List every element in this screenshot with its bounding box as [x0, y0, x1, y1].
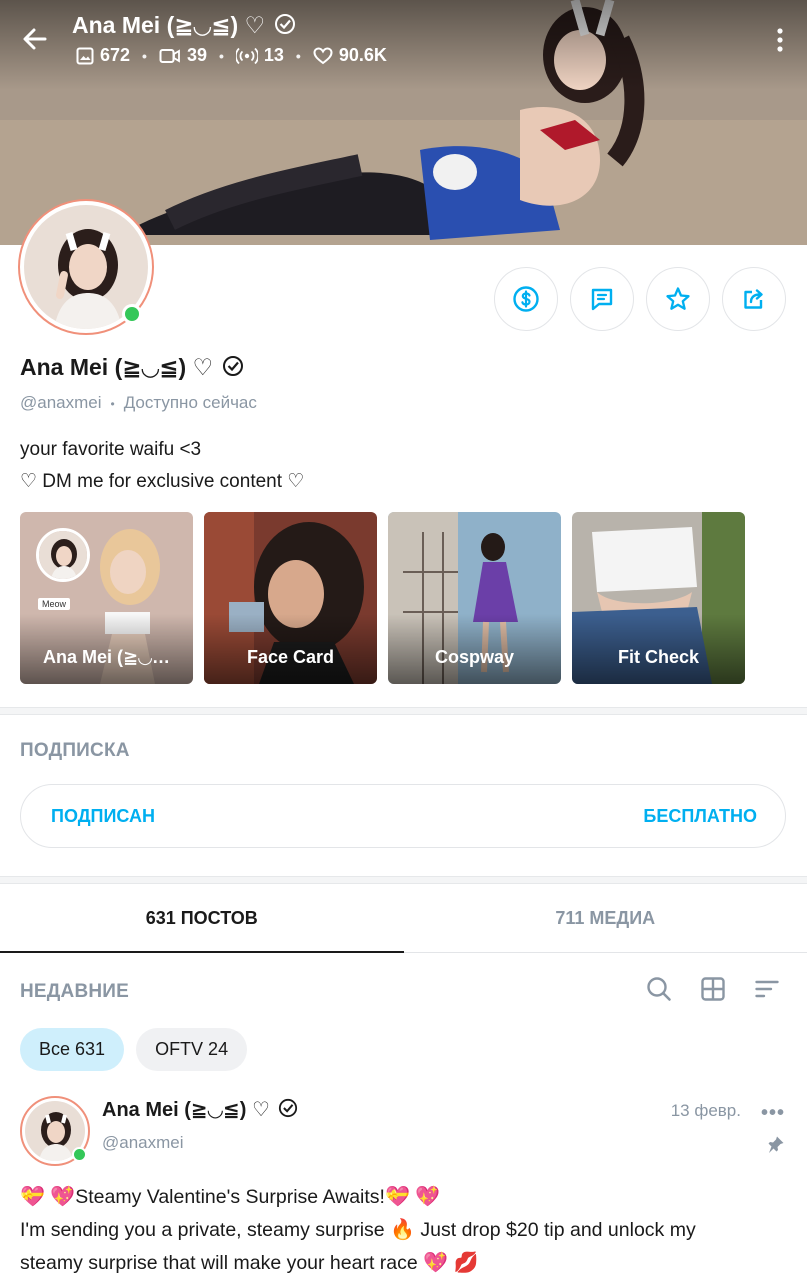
post-line-text: Steamy Valentine's Surprise Awaits!	[75, 1186, 385, 1208]
stat-videos: 39	[159, 45, 207, 66]
separator: •	[218, 47, 224, 64]
favorite-button[interactable]	[646, 267, 710, 331]
sparkling-heart-emoji-icon: 💖	[50, 1184, 76, 1208]
subscription-button[interactable]: ПОДПИСАН БЕСПЛАТНО	[20, 784, 786, 848]
tab-media[interactable]: 711 МЕДИА	[404, 885, 807, 952]
section-divider	[0, 876, 807, 884]
bio-line: your favorite waifu <3	[20, 439, 202, 460]
post-line: 💝 💖Steamy Valentine's Surprise Awaits!💝 …	[20, 1180, 790, 1213]
stat-streams: 13	[235, 45, 284, 66]
search-icon[interactable]	[645, 975, 673, 1003]
live-icon	[235, 47, 258, 64]
section-divider	[0, 707, 807, 715]
subscription-status: ПОДПИСАН	[51, 806, 155, 826]
highlight-item[interactable]: Meow Ana Mei (≧◡…	[20, 512, 193, 684]
post-line: I'm sending you a private, steamy surpri…	[20, 1213, 790, 1246]
highlight-badge: Meow	[38, 598, 71, 610]
profile-actions	[494, 267, 786, 331]
grid-view-icon[interactable]	[699, 975, 727, 1003]
share-icon	[744, 289, 763, 309]
post-line-text: Just drop $20 tip and unlock my	[420, 1219, 696, 1241]
highlight-item[interactable]: Fit Check	[572, 512, 745, 684]
back-arrow-icon[interactable]	[18, 22, 52, 56]
post-line-text: I'm sending you a private, steamy surpri…	[20, 1219, 385, 1241]
post-author-name-text: Ana Mei (≧◡≦) ♡	[102, 1099, 270, 1121]
feed-title: НЕДАВНИЕ	[20, 981, 130, 1002]
sparkling-heart-emoji-icon: 💖	[415, 1184, 441, 1208]
highlight-label: Fit Check	[617, 647, 700, 667]
separator: •	[110, 397, 115, 411]
post-author-handle[interactable]: @anaxmei	[102, 1133, 184, 1153]
image-icon	[76, 47, 94, 64]
separator: •	[295, 47, 301, 64]
chip-all[interactable]: Все 631	[20, 1028, 125, 1071]
heart-emoji-icon: 💖	[423, 1250, 449, 1274]
stat-value: 39	[186, 45, 207, 65]
online-indicator	[122, 304, 142, 324]
profile-bio: your favorite waifu <3 ♡ DM me for exclu…	[20, 434, 304, 498]
profile-name: Ana Mei (≧◡≦) ♡	[20, 354, 244, 381]
share-button[interactable]	[722, 267, 786, 331]
pin-icon	[768, 1136, 784, 1153]
post-text: 💝 💖Steamy Valentine's Surprise Awaits!💝 …	[20, 1180, 790, 1279]
highlight-label: Face Card	[246, 647, 335, 667]
message-button[interactable]	[570, 267, 634, 331]
header-title: Ana Mei (≧◡≦) ♡	[72, 12, 296, 39]
availability-status: Доступно сейчас	[123, 393, 257, 412]
feed-tools	[645, 975, 781, 1003]
filter-chips: Все 631 OFTV 24	[20, 1028, 248, 1071]
verified-icon	[278, 1098, 297, 1118]
bio-line: ♡ DM me for exclusive content ♡	[20, 471, 305, 492]
chip-oftv[interactable]: OFTV 24	[136, 1028, 248, 1071]
separator: •	[142, 47, 147, 64]
post-date: 13 февр.	[670, 1101, 741, 1120]
profile-handle: @anaxmei	[20, 393, 102, 412]
profile-name-text: Ana Mei (≧◡≦) ♡	[20, 354, 214, 380]
highlight-item[interactable]: Cospway	[388, 512, 561, 684]
content-tabs: 631 ПОСТОВ 711 МЕДИА	[0, 885, 807, 953]
post-more-icon[interactable]: •••	[761, 1102, 785, 1125]
kiss-emoji-icon: 💋	[453, 1250, 479, 1274]
stat-value: 90.6K	[338, 45, 387, 65]
tab-posts[interactable]: 631 ПОСТОВ	[0, 885, 404, 953]
stat-value: 672	[100, 45, 131, 65]
heart-icon	[313, 46, 333, 64]
more-vertical-icon[interactable]	[773, 26, 787, 54]
online-indicator	[72, 1147, 87, 1162]
verified-icon	[274, 14, 295, 34]
sort-icon[interactable]	[753, 975, 781, 1003]
verified-icon	[222, 356, 243, 376]
highlight-item[interactable]: Face Card	[204, 512, 377, 684]
highlight-label: Cospway	[434, 647, 515, 667]
story-highlights: Meow Ana Mei (≧◡… Face Card Cospway Fit …	[20, 512, 745, 684]
header-title-text: Ana Mei (≧◡≦) ♡	[72, 12, 266, 38]
heart-ribbon-emoji-icon: 💝	[384, 1184, 410, 1208]
dollar-icon	[513, 286, 539, 312]
heart-ribbon-emoji-icon: 💝	[20, 1184, 45, 1208]
highlight-label: Ana Mei (≧◡…	[43, 647, 170, 667]
send-tip-button[interactable]	[494, 267, 558, 331]
handle-line: @anaxmei • Доступно сейчас	[20, 393, 257, 413]
post-line: steamy surprise that will make your hear…	[20, 1246, 790, 1279]
post-author-name[interactable]: Ana Mei (≧◡≦) ♡	[102, 1097, 298, 1122]
subscription-price: БЕСПЛАТНО	[643, 806, 757, 826]
star-icon	[666, 287, 690, 310]
subscription-title: ПОДПИСКА	[20, 740, 130, 761]
fire-emoji-icon: 🔥	[390, 1217, 415, 1241]
stat-photos: 672	[76, 45, 130, 66]
top-bar: Ana Mei (≧◡≦) ♡ 672 • 39 • 13 • 90.6K	[0, 0, 807, 80]
stat-likes: 90.6K	[313, 45, 387, 66]
video-icon	[159, 48, 180, 63]
profile-stats: 672 • 39 • 13 • 90.6K	[76, 45, 387, 66]
post-line-text: steamy surprise that will make your hear…	[20, 1252, 418, 1274]
message-icon	[591, 288, 613, 311]
stat-value: 13	[263, 45, 284, 65]
highlight-avatar	[36, 528, 90, 582]
